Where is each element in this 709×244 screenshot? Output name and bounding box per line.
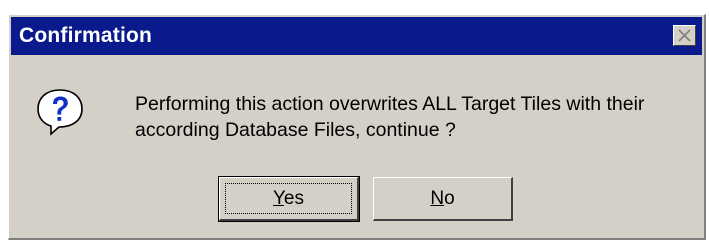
confirmation-message: Performing this action overwrites ALL Ta… [135, 91, 695, 143]
confirmation-dialog: Confirmation Performing this action over… [8, 14, 706, 240]
no-label-rest: o [444, 187, 455, 209]
no-button[interactable]: No [373, 177, 513, 221]
yes-button-label: Yes [273, 179, 304, 219]
close-icon [678, 29, 691, 42]
yes-button[interactable]: Yes [218, 176, 360, 222]
close-button[interactable] [673, 25, 696, 46]
yes-mnemonic: Y [272, 187, 284, 209]
no-mnemonic: N [430, 187, 445, 209]
title-bar[interactable]: Confirmation [11, 17, 702, 55]
message-line-1: Performing this action overwrites ALL Ta… [135, 93, 645, 115]
message-line-2: according Database Files, continue ? [135, 119, 456, 141]
yes-label-rest: es [283, 187, 304, 209]
dialog-title: Confirmation [19, 24, 153, 47]
question-icon [37, 89, 83, 136]
no-button-label: No [430, 179, 454, 219]
